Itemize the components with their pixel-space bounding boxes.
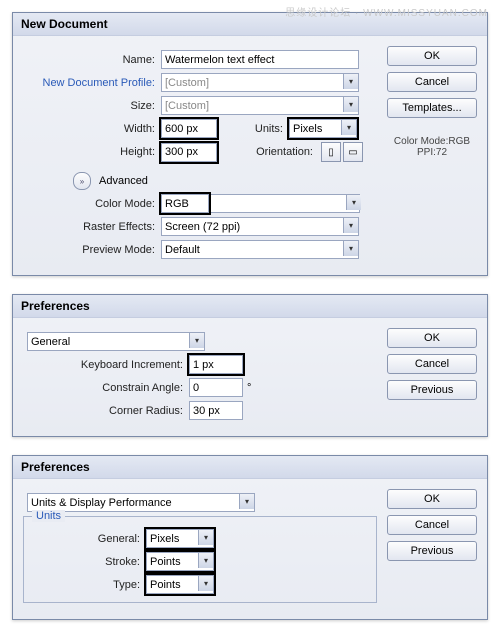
chevron-down-icon[interactable]: ▾: [198, 576, 213, 591]
orientation-label: Orientation:: [237, 146, 319, 158]
kbd-input[interactable]: [189, 355, 243, 374]
ok-button[interactable]: OK: [387, 489, 477, 509]
angle-label: Constrain Angle:: [23, 382, 189, 394]
raster-label: Raster Effects:: [23, 221, 161, 233]
chevron-down-icon[interactable]: ▾: [343, 241, 358, 256]
units-group: Units General: ▾ Stroke: ▾ Type: ▾: [23, 516, 377, 603]
color-mode-label: Color Mode:: [23, 198, 161, 210]
general-label: General:: [30, 533, 146, 545]
cancel-button[interactable]: Cancel: [387, 515, 477, 535]
templates-button[interactable]: Templates...: [387, 98, 477, 118]
stroke-label: Stroke:: [30, 556, 146, 568]
preview-combo[interactable]: [161, 240, 359, 259]
units-label: Units:: [237, 123, 289, 135]
width-input[interactable]: [161, 119, 217, 138]
watermark-text: 思缘设计论坛 · WWW.MISSYUAN.COM: [285, 4, 488, 19]
size-combo[interactable]: [161, 96, 359, 115]
profile-label: New Document Profile:: [23, 77, 161, 89]
ok-button[interactable]: OK: [387, 46, 477, 66]
preferences-units-dialog: Preferences ▾ Units General: ▾ Stroke: ▾…: [12, 455, 488, 620]
angle-input[interactable]: [189, 378, 243, 397]
previous-button[interactable]: Previous: [387, 541, 477, 561]
prefs-tab-combo[interactable]: [27, 332, 205, 351]
name-label: Name:: [23, 54, 161, 66]
type-label: Type:: [30, 579, 146, 591]
color-mode-combo[interactable]: [161, 194, 209, 213]
ok-button[interactable]: OK: [387, 328, 477, 348]
height-input[interactable]: [161, 143, 217, 162]
orientation-landscape-button[interactable]: ▭: [343, 142, 363, 162]
chevron-down-icon[interactable]: ▾: [189, 333, 204, 348]
raster-combo[interactable]: [161, 217, 359, 236]
chevron-down-icon[interactable]: ▾: [341, 120, 356, 135]
chevron-down-icon[interactable]: ▾: [346, 195, 361, 210]
new-document-dialog: New Document Name: New Document Profile:…: [12, 12, 488, 276]
preview-label: Preview Mode:: [23, 244, 161, 256]
cancel-button[interactable]: Cancel: [387, 72, 477, 92]
chevron-down-icon[interactable]: ▾: [239, 494, 254, 509]
radius-label: Corner Radius:: [23, 405, 189, 417]
degree-symbol: °: [247, 382, 251, 394]
kbd-label: Keyboard Increment:: [23, 359, 189, 371]
cancel-button[interactable]: Cancel: [387, 354, 477, 374]
width-label: Width:: [23, 123, 161, 135]
profile-combo[interactable]: [161, 73, 359, 92]
chevron-down-icon[interactable]: ▾: [343, 97, 358, 112]
chevron-down-icon[interactable]: ▾: [198, 530, 213, 545]
dialog-title: Preferences: [13, 295, 487, 318]
radius-input[interactable]: [189, 401, 243, 420]
name-input[interactable]: [161, 50, 359, 69]
chevron-down-icon[interactable]: ▾: [343, 74, 358, 89]
size-label: Size:: [23, 100, 161, 112]
preferences-general-dialog: Preferences ▾ Keyboard Increment: Constr…: [12, 294, 488, 437]
dialog-title: Preferences: [13, 456, 487, 479]
height-label: Height:: [23, 146, 161, 158]
previous-button[interactable]: Previous: [387, 380, 477, 400]
chevron-down-icon[interactable]: ▾: [198, 553, 213, 568]
orientation-portrait-button[interactable]: ▯: [321, 142, 341, 162]
info-text: Color Mode:RGBPPI:72: [387, 136, 477, 158]
chevron-down-icon[interactable]: ▾: [343, 218, 358, 233]
advanced-toggle[interactable]: »: [73, 172, 91, 190]
group-label: Units: [32, 510, 65, 522]
advanced-label: Advanced: [99, 175, 148, 187]
